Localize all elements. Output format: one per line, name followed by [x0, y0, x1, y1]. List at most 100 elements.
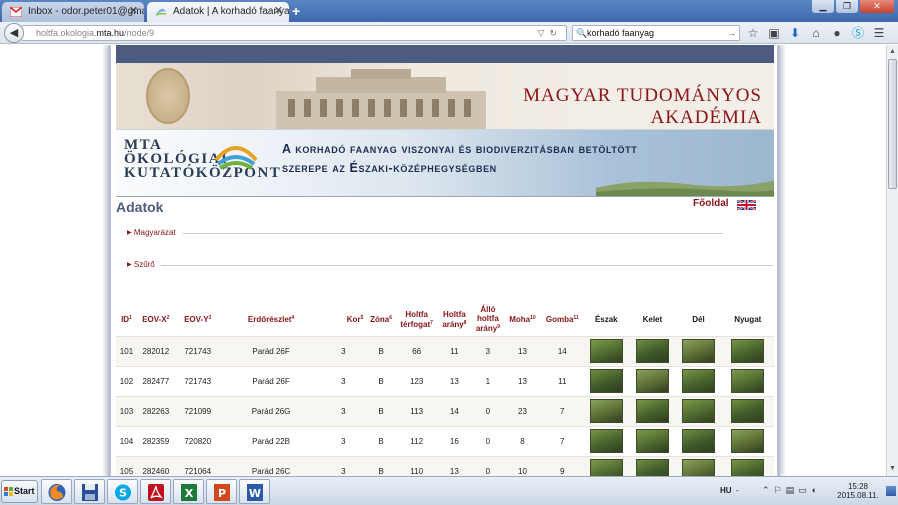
forest-photo-east[interactable] — [635, 369, 669, 393]
start-label: Start — [14, 486, 35, 496]
table-cell: 14 — [436, 396, 473, 426]
close-icon[interactable]: ✕ — [129, 2, 138, 21]
forest-photo-west[interactable] — [731, 369, 765, 393]
flag-icon[interactable]: ⚐ — [774, 485, 786, 495]
table-cell: 282477 — [136, 366, 175, 396]
table-cell: 14 — [541, 336, 584, 366]
maximize-icon[interactable]: ❐ — [836, 0, 858, 13]
forest-photo-east[interactable] — [635, 429, 669, 453]
uk-flag-icon[interactable] — [737, 200, 756, 210]
data-table: ID1 EOV-X2 EOV-Y3 Erdőrészlet4 Kor5 Zóna… — [116, 303, 774, 476]
show-desktop-button[interactable] — [886, 486, 896, 496]
close-window-icon[interactable]: ✕ — [860, 0, 894, 13]
table-cell: Parád 26C — [220, 456, 322, 476]
table-cell: 102 — [116, 366, 137, 396]
new-tab-icon[interactable]: + — [292, 3, 300, 19]
clock[interactable]: 15:28 2015.08.11. — [834, 482, 882, 500]
clipboard-icon[interactable]: ▣ — [767, 25, 781, 41]
table-cell: 10 — [503, 456, 542, 476]
close-icon[interactable]: ✕ — [274, 2, 283, 21]
minimize-icon[interactable]: ▁ — [812, 0, 834, 13]
column-header[interactable]: Kor5 — [321, 303, 365, 336]
forest-photo-north[interactable] — [589, 369, 623, 393]
star-icon[interactable]: ☆ — [746, 25, 760, 41]
home-icon[interactable]: ⌂ — [809, 25, 823, 41]
menu-icon[interactable]: ☰ — [872, 25, 886, 41]
chat-icon[interactable]: ● — [830, 25, 844, 41]
column-header[interactable]: Moha10 — [504, 303, 542, 336]
monitor-icon[interactable]: ▭ — [798, 485, 811, 495]
forest-photo-north[interactable] — [589, 459, 623, 476]
forest-photo-south[interactable] — [681, 459, 715, 476]
url-bar[interactable]: holtfa.okologia.mta.hu/node/9 ▽↻ — [22, 25, 567, 41]
column-header[interactable]: Erdőrészlet4 — [221, 303, 322, 336]
column-header[interactable]: Holtfa térfogat7 — [397, 303, 437, 336]
windows-logo-icon — [4, 487, 13, 496]
section-szuro[interactable]: ▶ Szűrő — [127, 260, 155, 272]
table-cell: 721743 — [174, 336, 221, 366]
photo-cell — [675, 366, 722, 396]
start-button[interactable]: Start — [1, 480, 38, 503]
table-cell: 113 — [396, 396, 437, 426]
chevron-up-icon[interactable]: ⌃ — [762, 485, 774, 495]
back-button[interactable]: ◀ — [4, 23, 24, 43]
language-indicator[interactable]: HU — [720, 486, 732, 495]
page-title: Adatok — [116, 199, 164, 215]
column-header[interactable]: Gomba11 — [541, 303, 583, 336]
dropdown-icon[interactable]: ▽ — [538, 28, 550, 38]
floppy-icon — [82, 484, 98, 501]
forest-photo-west[interactable] — [731, 429, 765, 453]
taskbar-acrobat[interactable] — [140, 479, 171, 504]
scrollbar-thumb[interactable] — [888, 59, 897, 189]
taskbar-firefox[interactable] — [41, 479, 72, 504]
table-cell: B — [365, 456, 397, 476]
system-tray: HU - ⌃⚐▤▭◖ 15:28 2015.08.11. — [716, 480, 898, 503]
speaker-icon[interactable]: ◖ — [811, 485, 820, 495]
forest-photo-east[interactable] — [635, 399, 669, 423]
column-header[interactable]: ID1 — [116, 303, 137, 336]
network-icon[interactable]: ▤ — [786, 485, 799, 495]
reload-icon[interactable]: ↻ — [549, 28, 562, 38]
section-szuro-label: Szűrő — [133, 260, 155, 269]
table-cell: 23 — [503, 396, 542, 426]
column-header[interactable]: EOV-Y3 — [175, 303, 221, 336]
home-link[interactable]: Főoldal — [693, 198, 729, 209]
column-header[interactable]: EOV-X2 — [137, 303, 175, 336]
scroll-up-icon[interactable]: ▲ — [887, 46, 898, 57]
forest-photo-east[interactable] — [635, 339, 669, 363]
photo-cell — [721, 426, 774, 456]
url-prefix: holtfa.okologia. — [36, 28, 97, 38]
forest-photo-east[interactable] — [635, 459, 669, 476]
forest-photo-south[interactable] — [681, 399, 715, 423]
academy-seal-logo — [146, 68, 190, 124]
skype-icon[interactable]: Ⓢ — [851, 25, 865, 41]
svg-text:X: X — [185, 487, 194, 500]
forest-photo-south[interactable] — [681, 369, 715, 393]
section-magyarazat[interactable]: ▶ Magyarázat — [127, 228, 176, 240]
tab-adatok[interactable]: Adatok | A korhadó faanyag ... ✕ — [147, 2, 289, 22]
forest-photo-west[interactable] — [731, 339, 765, 363]
forest-photo-north[interactable] — [589, 429, 623, 453]
photo-cell — [675, 336, 722, 366]
arrow-right-icon[interactable]: → — [727, 26, 736, 40]
taskbar-powerpoint[interactable]: P — [206, 479, 237, 504]
download-icon[interactable]: ⬇ — [788, 25, 802, 41]
taskbar-save[interactable] — [74, 479, 105, 504]
forest-photo-west[interactable] — [731, 459, 765, 476]
column-header[interactable]: Holtfa arány8 — [437, 303, 473, 336]
search-input[interactable]: 🔍 korhadó faanyag → — [572, 25, 740, 41]
photo-cell — [583, 366, 630, 396]
forest-photo-north[interactable] — [589, 339, 623, 363]
taskbar-word[interactable]: W — [239, 479, 270, 504]
scroll-down-icon[interactable]: ▼ — [887, 463, 898, 474]
forest-photo-north[interactable] — [589, 399, 623, 423]
forest-photo-south[interactable] — [681, 339, 715, 363]
column-header[interactable]: Zóna6 — [365, 303, 396, 336]
tab-inbox[interactable]: Inbox - odor.peter01@gmail.... ✕ — [2, 2, 144, 22]
taskbar-skype[interactable]: S — [107, 479, 138, 504]
vertical-scrollbar[interactable]: ▲ ▼ — [886, 45, 898, 476]
forest-photo-west[interactable] — [731, 399, 765, 423]
forest-photo-south[interactable] — [681, 429, 715, 453]
column-header[interactable]: Álló holtfa arány9 — [472, 303, 503, 336]
taskbar-excel[interactable]: X — [173, 479, 204, 504]
